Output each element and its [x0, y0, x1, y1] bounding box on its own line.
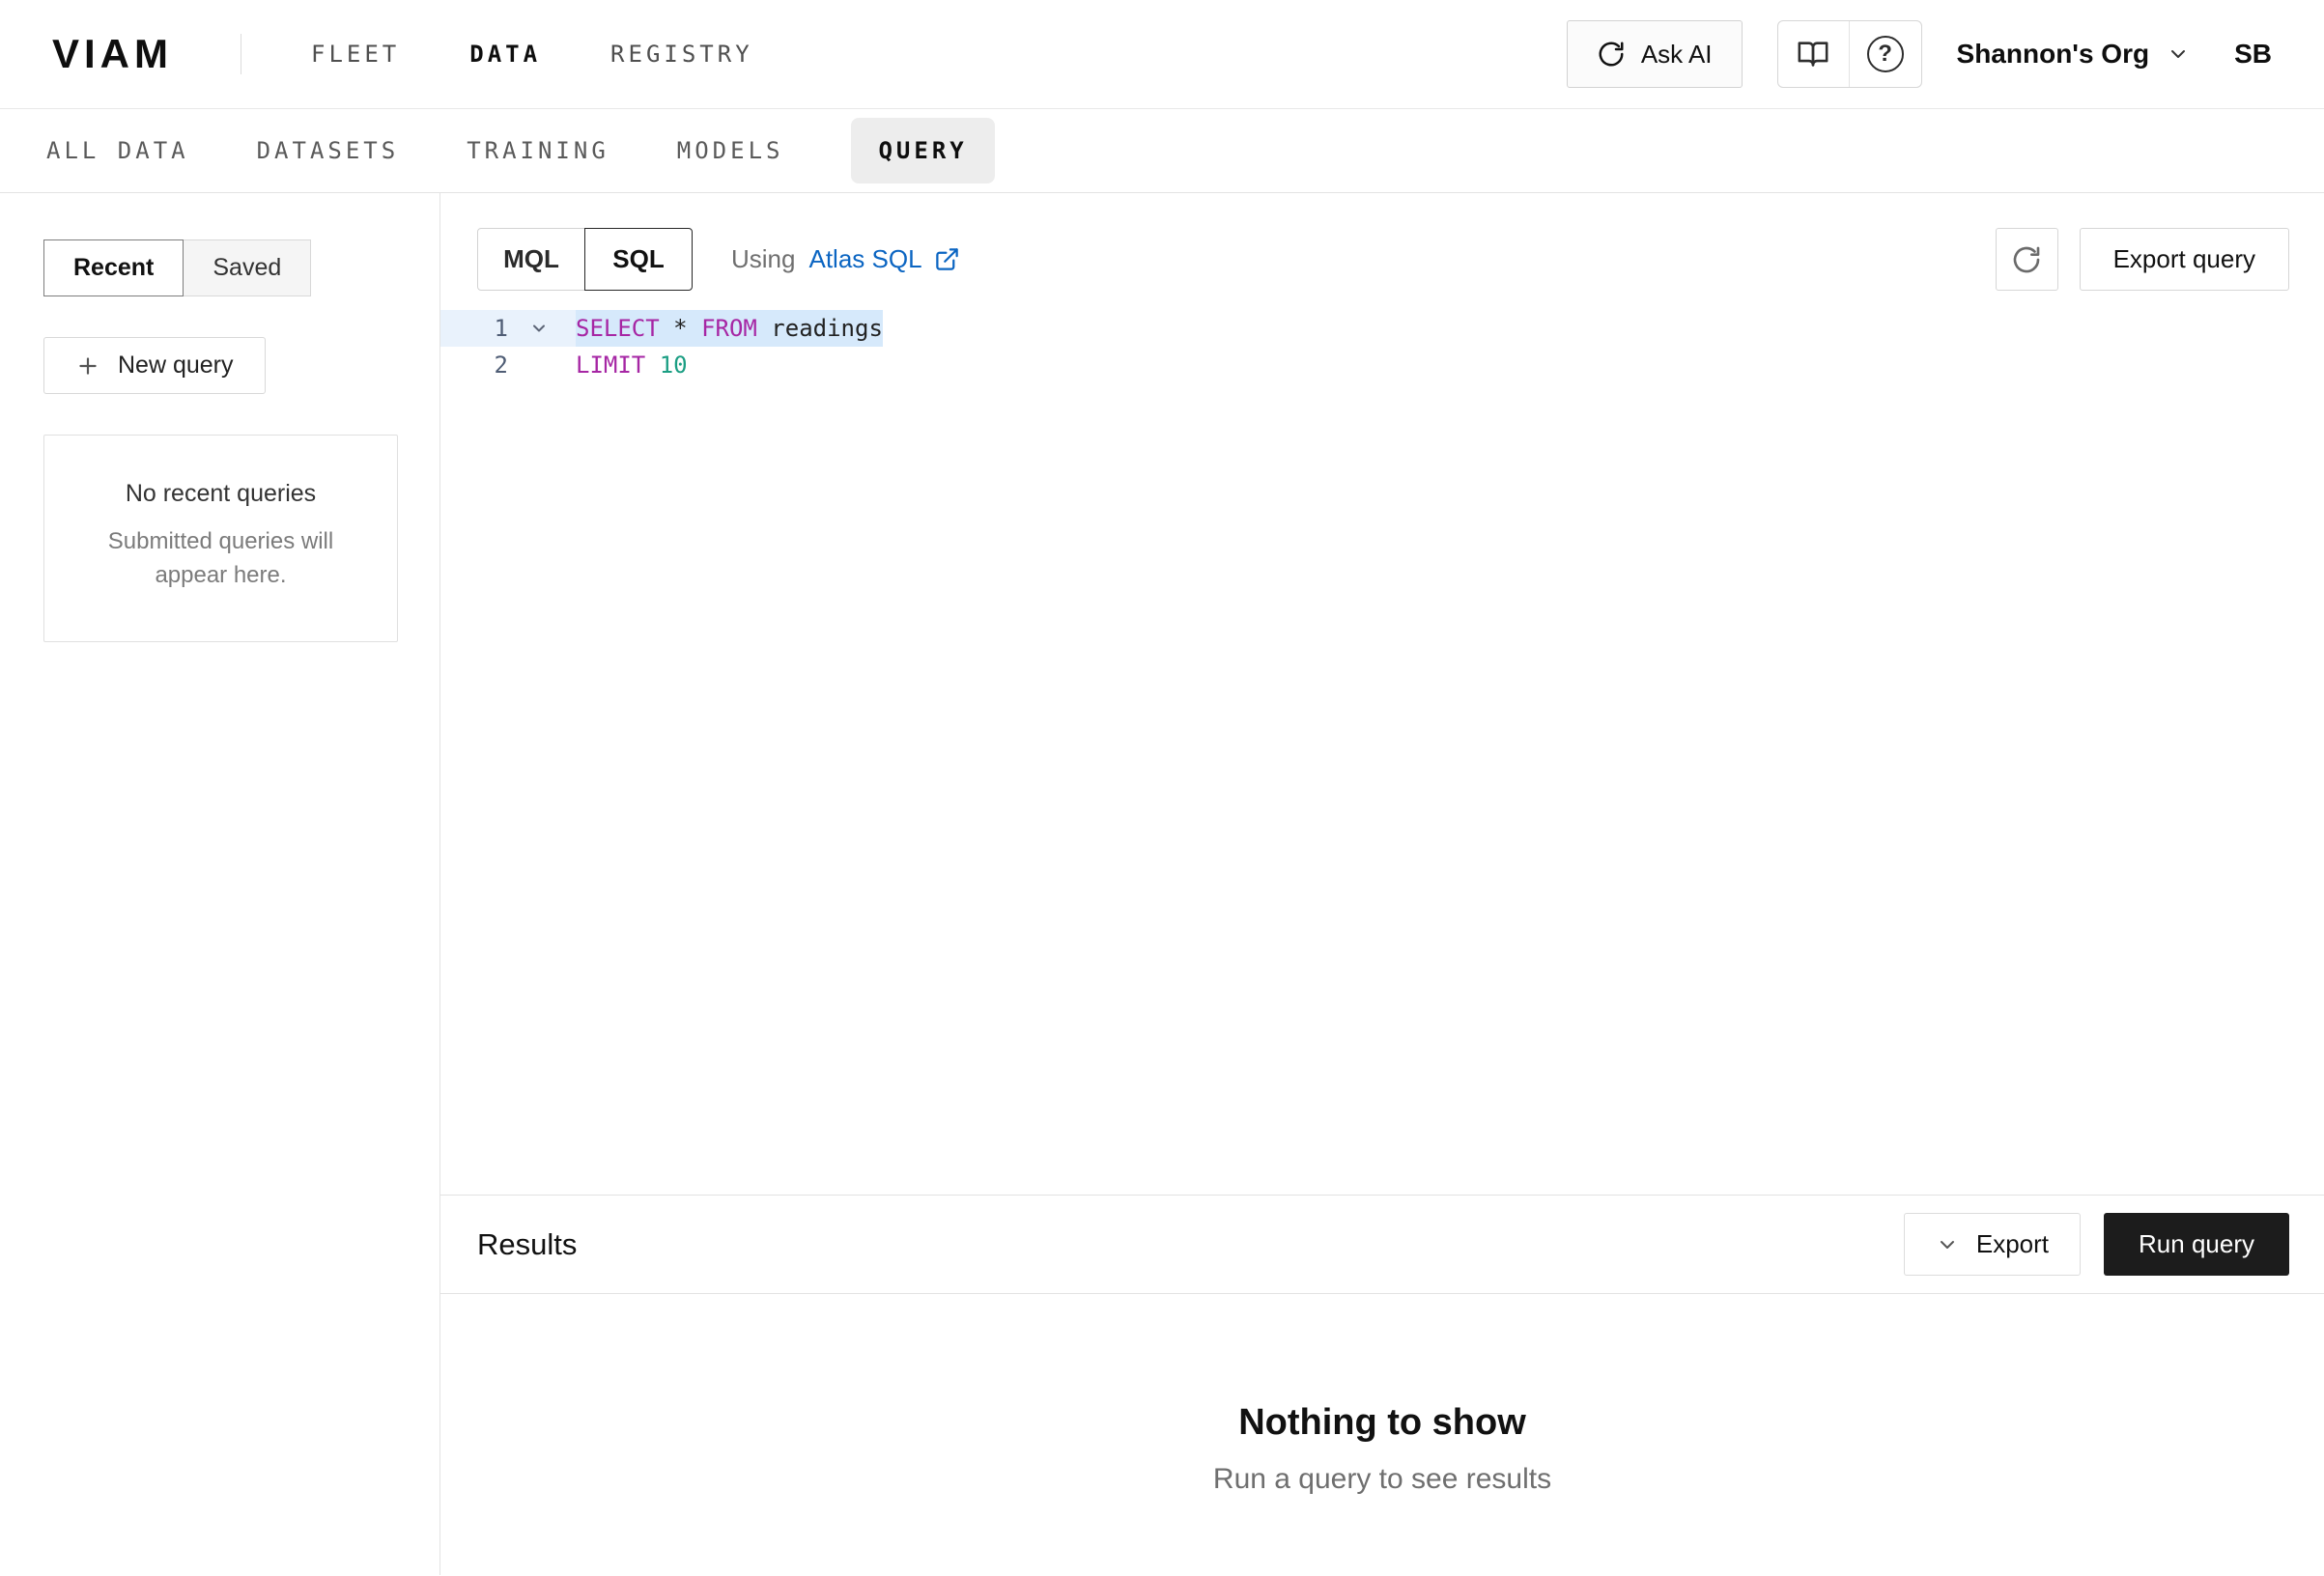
sql-space — [645, 352, 659, 379]
sql-keyword: SELECT — [576, 315, 660, 342]
nothing-to-show-title: Nothing to show — [440, 1402, 2324, 1444]
refresh-query-button[interactable] — [1996, 228, 2058, 291]
avatar[interactable]: SB — [2234, 39, 2272, 70]
viam-logo[interactable]: VIAM — [52, 31, 173, 77]
tab-training[interactable]: TRAINING — [467, 137, 609, 164]
sql-operator: * — [660, 315, 701, 342]
tab-query[interactable]: QUERY — [851, 118, 994, 183]
results-empty-state: Nothing to show Run a query to see resul… — [440, 1294, 2324, 1575]
chevron-down-icon — [2167, 42, 2190, 66]
nothing-to-show-subtitle: Run a query to see results — [440, 1463, 2324, 1496]
using-atlas-sql: Using Atlas SQL — [731, 244, 960, 274]
sql-number: 10 — [660, 352, 688, 379]
results-bar: Results Export Run query — [440, 1195, 2324, 1294]
app-header: VIAM FLEET DATA REGISTRY Ask AI ? Shanno… — [0, 0, 2324, 109]
no-recent-queries-subtitle: Submitted queries will appear here. — [71, 525, 370, 593]
results-title: Results — [477, 1227, 577, 1262]
sql-keyword: LIMIT — [576, 352, 645, 379]
recent-tab[interactable]: Recent — [43, 239, 184, 296]
help-button[interactable]: ? — [1850, 21, 1921, 87]
header-right: Ask AI ? Shannon's Org SB — [1567, 20, 2272, 88]
nav-data[interactable]: DATA — [469, 41, 541, 68]
export-query-button[interactable]: Export query — [2080, 228, 2289, 291]
question-mark-icon: ? — [1867, 36, 1904, 72]
export-results-label: Export — [1976, 1229, 2049, 1259]
new-query-button[interactable]: New query — [43, 337, 266, 394]
atlas-sql-label: Atlas SQL — [808, 244, 921, 274]
recent-saved-toggle: Recent Saved — [43, 239, 311, 296]
nav-registry[interactable]: REGISTRY — [610, 41, 753, 68]
ask-ai-label: Ask AI — [1641, 40, 1713, 70]
code-text-line-1: SELECT * FROM readings — [576, 310, 883, 347]
sql-keyword: FROM — [701, 315, 757, 342]
new-query-label: New query — [118, 352, 234, 380]
plus-icon — [75, 353, 100, 379]
ask-ai-button[interactable]: Ask AI — [1567, 20, 1743, 88]
no-recent-queries-title: No recent queries — [71, 480, 370, 508]
export-results-button[interactable]: Export — [1904, 1213, 2081, 1276]
tab-models[interactable]: MODELS — [677, 137, 784, 164]
query-toolbar: MQL SQL Using Atlas SQL Export q — [440, 193, 2324, 291]
run-query-button[interactable]: Run query — [2104, 1213, 2289, 1276]
nav-fleet[interactable]: FLEET — [311, 41, 400, 68]
gutter-line-1: 1 — [440, 310, 576, 347]
org-switcher[interactable]: Shannon's Org — [1957, 39, 2191, 70]
chevron-down-icon — [1936, 1233, 1959, 1256]
line-number-2: 2 — [440, 347, 508, 383]
external-link-icon — [934, 246, 960, 272]
tab-all-data[interactable]: ALL DATA — [46, 137, 189, 164]
query-mode-toggle: MQL SQL — [477, 228, 693, 291]
refresh-icon — [2011, 244, 2042, 275]
main-area: Recent Saved New query No recent queries… — [0, 193, 2324, 1575]
query-content: MQL SQL Using Atlas SQL Export q — [440, 193, 2324, 1575]
ask-ai-icon — [1597, 40, 1626, 69]
mql-mode-button[interactable]: MQL — [477, 228, 585, 291]
query-toolbar-right: Export query — [1996, 228, 2289, 291]
data-subnav: ALL DATA DATASETS TRAINING MODELS QUERY — [0, 109, 2324, 193]
book-icon — [1797, 38, 1829, 70]
sql-editor[interactable]: 1 SELECT * FROM readings 2 LIMIT 10 — [440, 310, 2324, 1195]
docs-button[interactable] — [1778, 21, 1850, 87]
sql-mode-button[interactable]: SQL — [584, 228, 693, 291]
code-line-2[interactable]: 2 LIMIT 10 — [440, 347, 2324, 383]
org-name: Shannon's Org — [1957, 39, 2150, 70]
using-label: Using — [731, 244, 795, 274]
atlas-sql-link[interactable]: Atlas SQL — [808, 244, 959, 274]
sql-identifier: readings — [757, 315, 883, 342]
code-line-1[interactable]: 1 SELECT * FROM readings — [440, 310, 2324, 347]
no-recent-queries-box: No recent queries Submitted queries will… — [43, 435, 398, 642]
line-number-1: 1 — [440, 310, 508, 347]
gutter-line-2: 2 — [440, 347, 576, 383]
top-nav: FLEET DATA REGISTRY — [311, 41, 753, 68]
fold-chevron-icon[interactable] — [508, 319, 570, 338]
code-text-line-2: LIMIT 10 — [576, 347, 688, 383]
saved-tab[interactable]: Saved — [183, 239, 311, 296]
query-sidebar: Recent Saved New query No recent queries… — [0, 193, 440, 1575]
tab-datasets[interactable]: DATASETS — [257, 137, 400, 164]
help-group: ? — [1777, 20, 1922, 88]
